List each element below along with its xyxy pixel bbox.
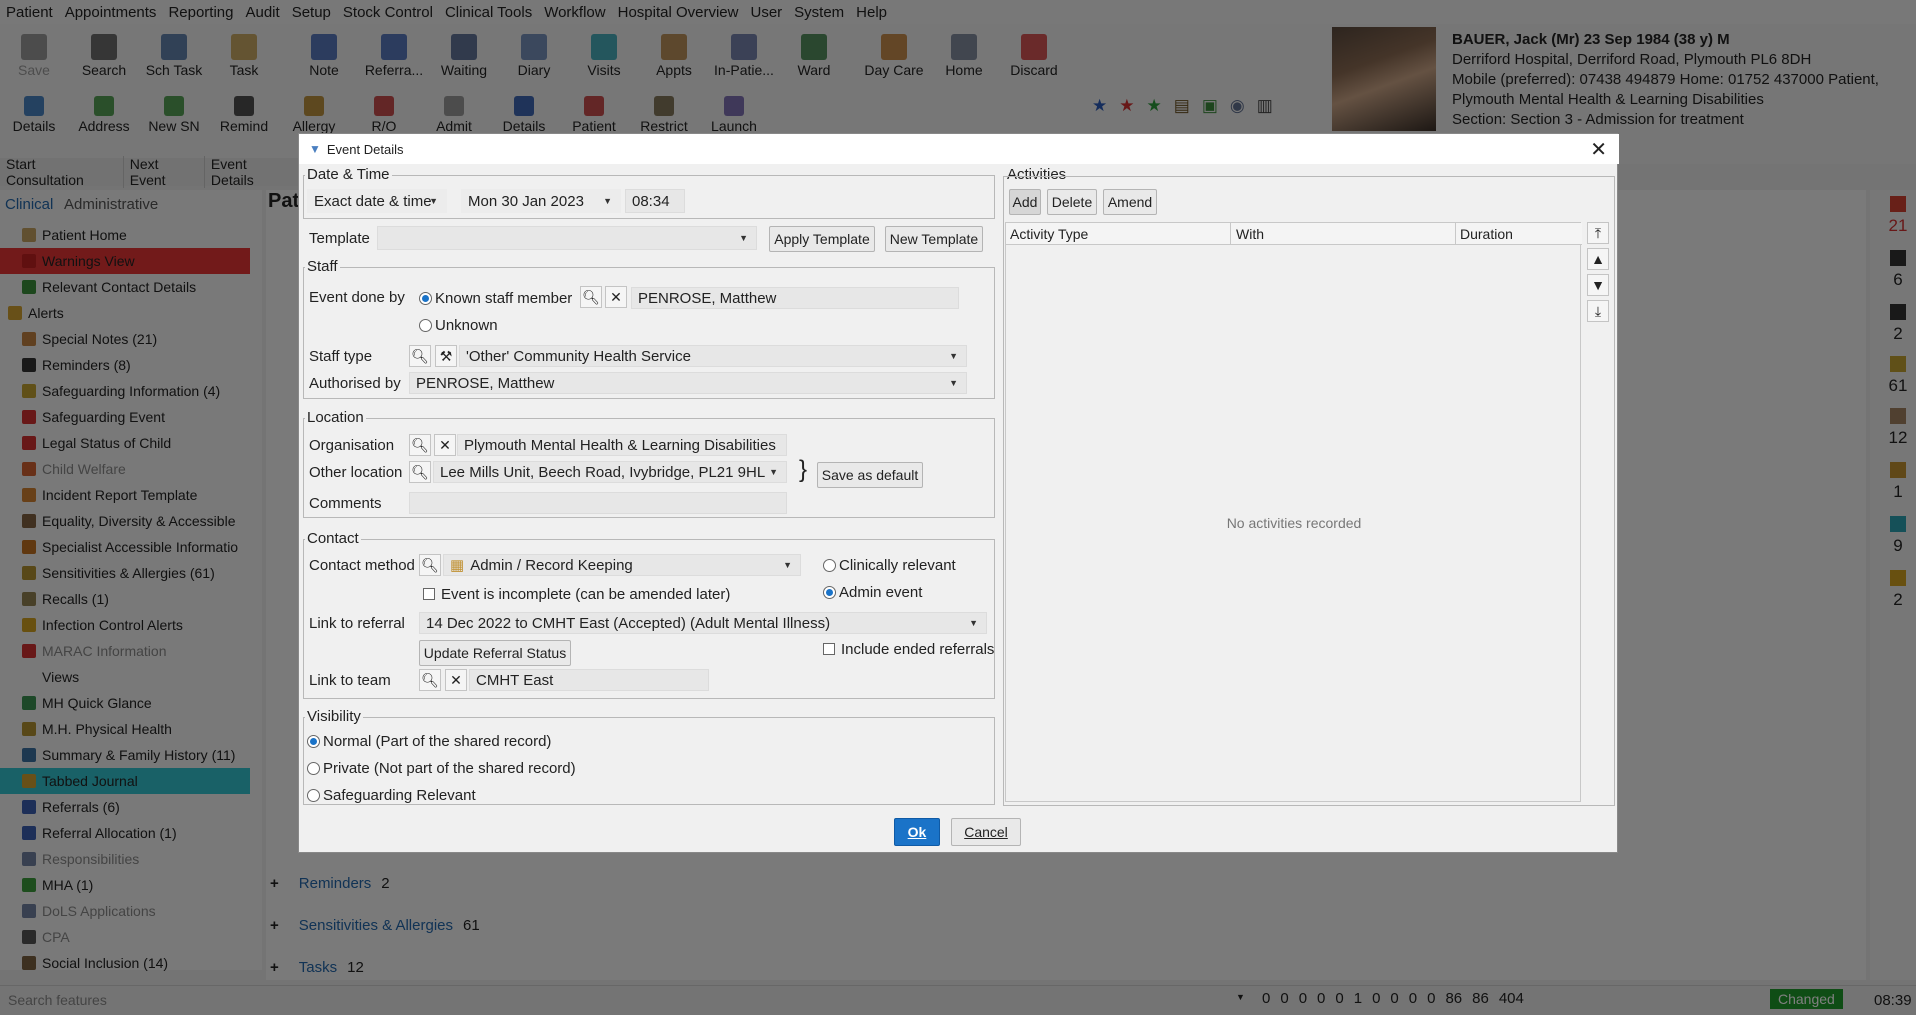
staff-type-select[interactable]: 'Other' Community Health Service xyxy=(459,345,967,367)
staff-clear-icon[interactable]: ✕ xyxy=(605,286,627,308)
authorised-by-select[interactable]: PENROSE, Matthew xyxy=(409,372,967,394)
move-bottom-icon[interactable]: ⤓ xyxy=(1587,300,1609,322)
staff-type-value: 'Other' Community Health Service xyxy=(466,347,691,365)
amend-activity-button[interactable]: Amend xyxy=(1103,189,1157,215)
reorder-controls: ⤒ ▲ ▼ ⤓ xyxy=(1587,222,1609,322)
contact-method-value: Admin / Record Keeping xyxy=(470,556,633,574)
date-mode-select[interactable]: Exact date & time xyxy=(307,189,447,213)
visibility-normal-label: Normal (Part of the shared record) xyxy=(323,733,552,750)
known-staff-radio[interactable] xyxy=(419,292,432,305)
date-select[interactable]: Mon 30 Jan 2023 xyxy=(461,189,621,213)
date-value: Mon 30 Jan 2023 xyxy=(468,192,584,210)
authorised-by-label: Authorised by xyxy=(309,375,401,392)
other-location-value: Lee Mills Unit, Beech Road, Ivybridge, P… xyxy=(440,463,766,481)
include-ended-label: Include ended referrals xyxy=(841,641,995,658)
staff-member-field[interactable]: PENROSE, Matthew xyxy=(631,287,959,309)
move-top-icon[interactable]: ⤒ xyxy=(1587,222,1609,244)
staff-type-label: Staff type xyxy=(309,348,373,365)
comments-label: Comments xyxy=(309,495,382,512)
apply-template-button[interactable]: Apply Template xyxy=(769,226,875,252)
org-search-icon[interactable]: 🔍︎ xyxy=(409,434,431,456)
time-value: 08:34 xyxy=(632,192,670,210)
location-search-icon[interactable]: 🔍︎ xyxy=(409,461,431,483)
org-clear-icon[interactable]: ✕ xyxy=(434,434,456,456)
dialog-title: Event Details xyxy=(326,141,404,157)
staff-search-icon[interactable]: 🔍︎ xyxy=(580,286,602,308)
dialog-titlebar: ▼ Event Details ✕ xyxy=(299,134,1619,164)
date-time-legend: Date & Time xyxy=(305,166,392,183)
visibility-private-label: Private (Not part of the shared record) xyxy=(323,760,576,777)
move-down-icon[interactable]: ▼ xyxy=(1587,274,1609,296)
visibility-safeguarding-radio[interactable] xyxy=(307,789,320,802)
col-with[interactable]: With xyxy=(1236,226,1264,242)
admin-event-radio[interactable] xyxy=(823,586,836,599)
activities-table: Activity Type With Duration No activitie… xyxy=(1005,222,1582,802)
visibility-normal-radio[interactable] xyxy=(307,735,320,748)
referral-value: 14 Dec 2022 to CMHT East (Accepted) (Adu… xyxy=(426,614,831,632)
admin-event-label: Admin event xyxy=(839,584,923,601)
contact-legend: Contact xyxy=(305,530,361,547)
include-ended-checkbox[interactable] xyxy=(823,643,835,655)
organisation-field[interactable]: Plymouth Mental Health & Learning Disabi… xyxy=(457,434,787,456)
template-select[interactable] xyxy=(377,226,757,250)
visibility-private-radio[interactable] xyxy=(307,762,320,775)
col-duration[interactable]: Duration xyxy=(1460,226,1513,242)
add-activity-button[interactable]: Add xyxy=(1009,189,1041,215)
time-input[interactable]: 08:34 xyxy=(625,189,685,213)
authorised-by-value: PENROSE, Matthew xyxy=(416,374,555,392)
staff-legend: Staff xyxy=(305,258,340,275)
contact-method-label: Contact method xyxy=(309,557,415,574)
app-icon: ▼ xyxy=(309,142,321,156)
cancel-button[interactable]: Cancel xyxy=(951,818,1021,846)
referral-select[interactable]: 14 Dec 2022 to CMHT East (Accepted) (Adu… xyxy=(419,612,987,634)
team-value: CMHT East xyxy=(476,671,554,689)
location-legend: Location xyxy=(305,409,366,426)
unknown-staff-label: Unknown xyxy=(435,317,498,334)
contact-search-icon[interactable]: 🔍︎ xyxy=(419,554,441,576)
team-clear-icon[interactable]: ✕ xyxy=(445,669,467,691)
template-label: Template xyxy=(309,230,370,247)
visibility-legend: Visibility xyxy=(305,708,363,725)
activities-header: Activity Type With Duration xyxy=(1006,223,1582,245)
clinically-relevant-label: Clinically relevant xyxy=(839,557,956,574)
team-field[interactable]: CMHT East xyxy=(469,669,709,691)
wrench-icon[interactable]: ⚒ xyxy=(435,345,457,367)
move-up-icon[interactable]: ▲ xyxy=(1587,248,1609,270)
update-referral-status-button[interactable]: Update Referral Status xyxy=(419,640,571,666)
known-staff-label: Known staff member xyxy=(435,290,573,307)
staff-member-value: PENROSE, Matthew xyxy=(638,289,777,307)
visibility-safeguarding-label: Safeguarding Relevant xyxy=(323,787,476,804)
other-location-label: Other location xyxy=(309,464,403,481)
col-divider xyxy=(1455,223,1456,245)
organisation-value: Plymouth Mental Health & Learning Disabi… xyxy=(464,436,776,454)
clinically-relevant-radio[interactable] xyxy=(823,559,836,572)
staff-type-search-icon[interactable]: 🔍︎ xyxy=(409,345,431,367)
col-divider xyxy=(1230,223,1231,245)
other-location-select[interactable]: Lee Mills Unit, Beech Road, Ivybridge, P… xyxy=(433,461,787,483)
event-incomplete-label: Event is incomplete (can be amended late… xyxy=(441,586,731,603)
link-to-referral-label: Link to referral xyxy=(309,615,405,632)
unknown-staff-radio[interactable] xyxy=(419,319,432,332)
date-mode-value: Exact date & time xyxy=(314,192,432,210)
close-icon[interactable]: ✕ xyxy=(1590,137,1607,162)
link-to-team-label: Link to team xyxy=(309,672,391,689)
event-done-by-label: Event done by xyxy=(309,289,405,306)
contact-method-select[interactable]: ▦ Admin / Record Keeping xyxy=(443,554,801,576)
event-details-dialog: ▼ Event Details ✕ Date & Time Exact date… xyxy=(298,133,1619,853)
event-incomplete-checkbox[interactable] xyxy=(423,588,435,600)
save-as-default-button[interactable]: Save as default xyxy=(817,462,923,488)
ok-button[interactable]: Ok xyxy=(894,818,940,846)
admin-icon: ▦ xyxy=(450,557,465,574)
col-activity-type[interactable]: Activity Type xyxy=(1010,226,1088,242)
brace: } xyxy=(799,456,808,483)
team-search-icon[interactable]: 🔍︎ xyxy=(419,669,441,691)
new-template-button[interactable]: New Template xyxy=(885,226,983,252)
organisation-label: Organisation xyxy=(309,437,395,454)
empty-message: No activities recorded xyxy=(1226,515,1362,531)
comments-input[interactable] xyxy=(409,492,787,514)
delete-activity-button[interactable]: Delete xyxy=(1047,189,1097,215)
